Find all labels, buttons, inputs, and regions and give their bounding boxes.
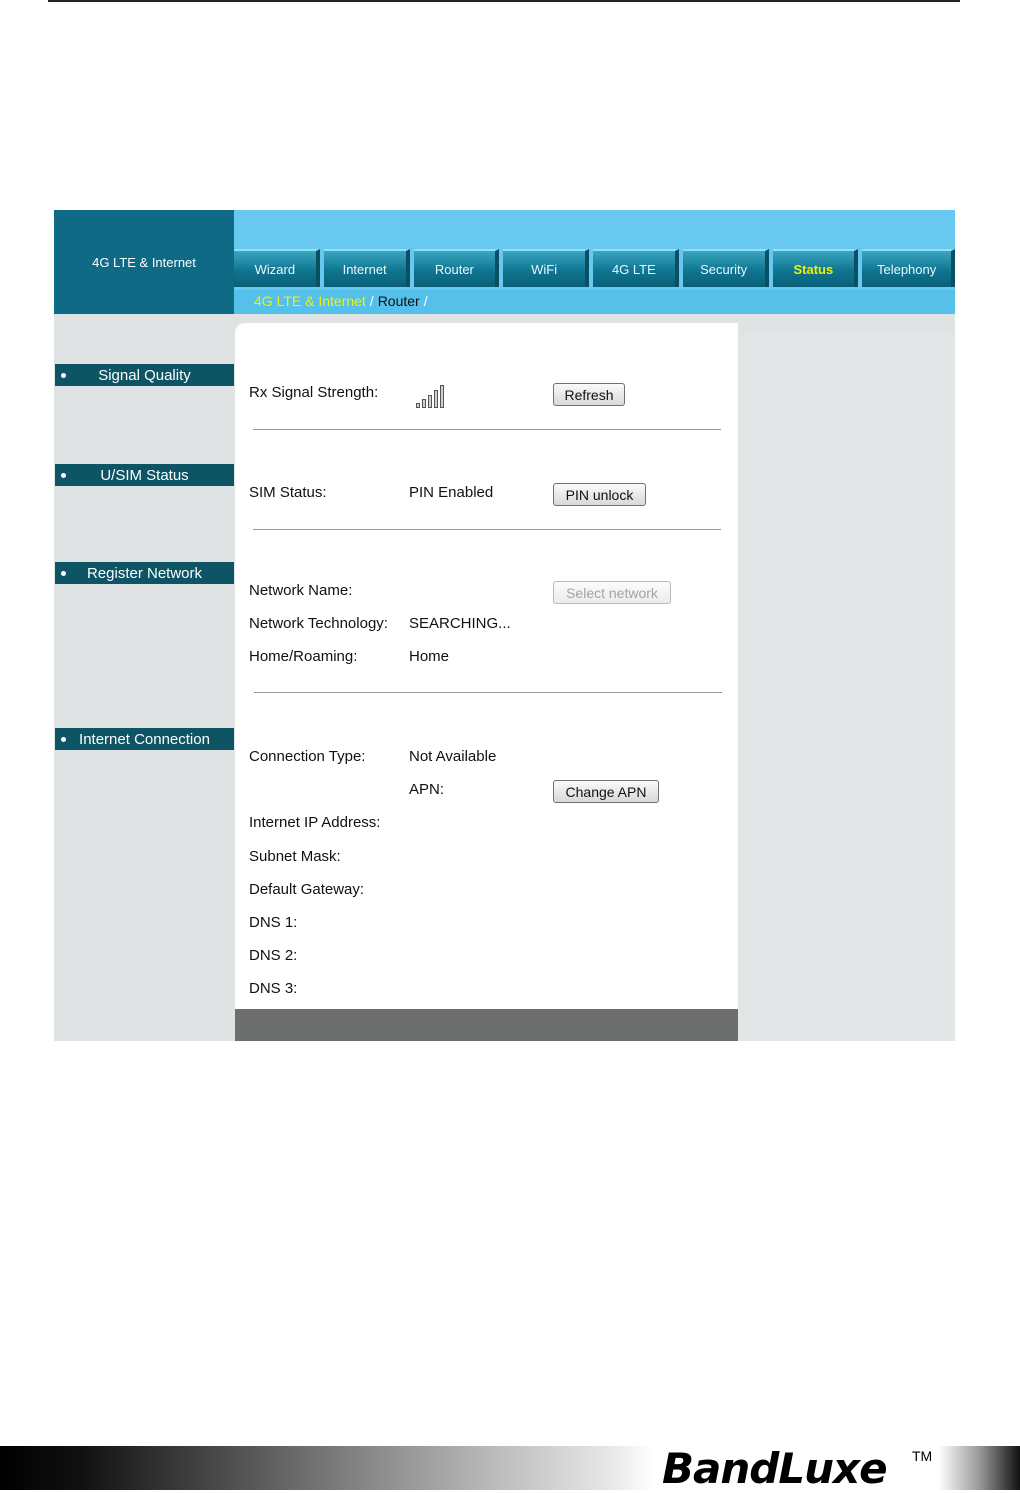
section-divider xyxy=(254,692,722,693)
tab-security[interactable]: Security xyxy=(682,249,769,287)
bullet-icon xyxy=(61,737,66,742)
subnet-mask-label: Subnet Mask: xyxy=(249,848,341,865)
breadcrumb-separator: / xyxy=(423,293,428,309)
home-roaming-value: Home xyxy=(409,648,450,665)
bandluxe-logo: BandLuxe xyxy=(662,1444,888,1493)
tab-wifi[interactable]: WiFi xyxy=(503,249,589,287)
sidebar-item-signal-quality[interactable]: Signal Quality xyxy=(55,364,234,386)
pin-unlock-button[interactable]: PIN unlock xyxy=(553,483,646,506)
trademark-mark: TM xyxy=(912,1448,933,1464)
breadcrumb-bar: 4G LTE & Internet / Router / xyxy=(234,290,955,314)
network-technology-value: SEARCHING... xyxy=(409,615,511,632)
sidebar-item-label: Register Network xyxy=(86,564,203,582)
sidebar-item-label: Signal Quality xyxy=(98,366,191,384)
connection-type-value: Not Available xyxy=(409,748,497,765)
tab-status[interactable]: Status xyxy=(772,249,859,287)
sidebar-item-label: Internet Connection xyxy=(79,730,210,748)
sidebar-item-register-network[interactable]: Register Network xyxy=(55,562,234,584)
connection-type-label: Connection Type: xyxy=(249,748,366,765)
sidebar-item-label: U/SIM Status xyxy=(100,466,189,484)
breadcrumb: 4G LTE & Internet / Router / xyxy=(254,293,432,309)
sidebar-item-usim-status[interactable]: U/SIM Status xyxy=(55,464,234,486)
bullet-icon xyxy=(61,473,66,478)
tab-wizard[interactable]: Wizard xyxy=(234,249,320,287)
select-network-button[interactable]: Select network xyxy=(553,581,671,604)
breadcrumb-router[interactable]: Router xyxy=(378,293,420,309)
tab-4g-lte[interactable]: 4G LTE xyxy=(593,249,679,287)
breadcrumb-current[interactable]: 4G LTE & Internet xyxy=(254,293,366,309)
change-apn-button[interactable]: Change APN xyxy=(553,780,659,803)
tab-telephony[interactable]: Telephony xyxy=(862,249,955,287)
bullet-icon xyxy=(61,571,66,576)
home-roaming-label: Home/Roaming: xyxy=(249,648,358,665)
brand-section-label: 4G LTE & Internet xyxy=(54,210,234,314)
sim-status-label: SIM Status: xyxy=(249,484,327,501)
right-panel xyxy=(738,334,955,1041)
section-divider xyxy=(253,429,721,430)
internet-ip-label: Internet IP Address: xyxy=(249,814,381,831)
section-divider xyxy=(253,529,721,530)
refresh-button[interactable]: Refresh xyxy=(553,383,625,406)
default-gateway-label: Default Gateway: xyxy=(249,881,365,898)
network-name-label: Network Name: xyxy=(249,582,353,599)
dns3-label: DNS 3: xyxy=(249,980,298,997)
rx-signal-label: Rx Signal Strength: xyxy=(249,384,379,401)
tab-router[interactable]: Router xyxy=(413,249,500,287)
router-status-screenshot: 4G LTE & Internet Wizard Internet Router… xyxy=(54,210,955,1041)
signal-bars-icon xyxy=(416,384,444,408)
sim-status-value: PIN Enabled xyxy=(409,484,494,501)
bullet-icon xyxy=(61,373,66,378)
status-content: Rx Signal Strength: Refresh SIM Status: … xyxy=(235,323,738,1009)
apn-label: APN: xyxy=(409,781,445,798)
network-technology-label: Network Technology: xyxy=(249,615,388,632)
breadcrumb-separator: / xyxy=(369,293,374,309)
content-bottom-bar xyxy=(235,1009,738,1041)
main-tabs: Wizard Internet Router WiFi 4G LTE Secur… xyxy=(234,249,955,287)
dns2-label: DNS 2: xyxy=(249,947,298,964)
sidebar-item-internet-connection[interactable]: Internet Connection xyxy=(55,728,234,750)
page-top-rule xyxy=(48,0,960,2)
tab-internet[interactable]: Internet xyxy=(323,249,410,287)
dns1-label: DNS 1: xyxy=(249,914,298,931)
